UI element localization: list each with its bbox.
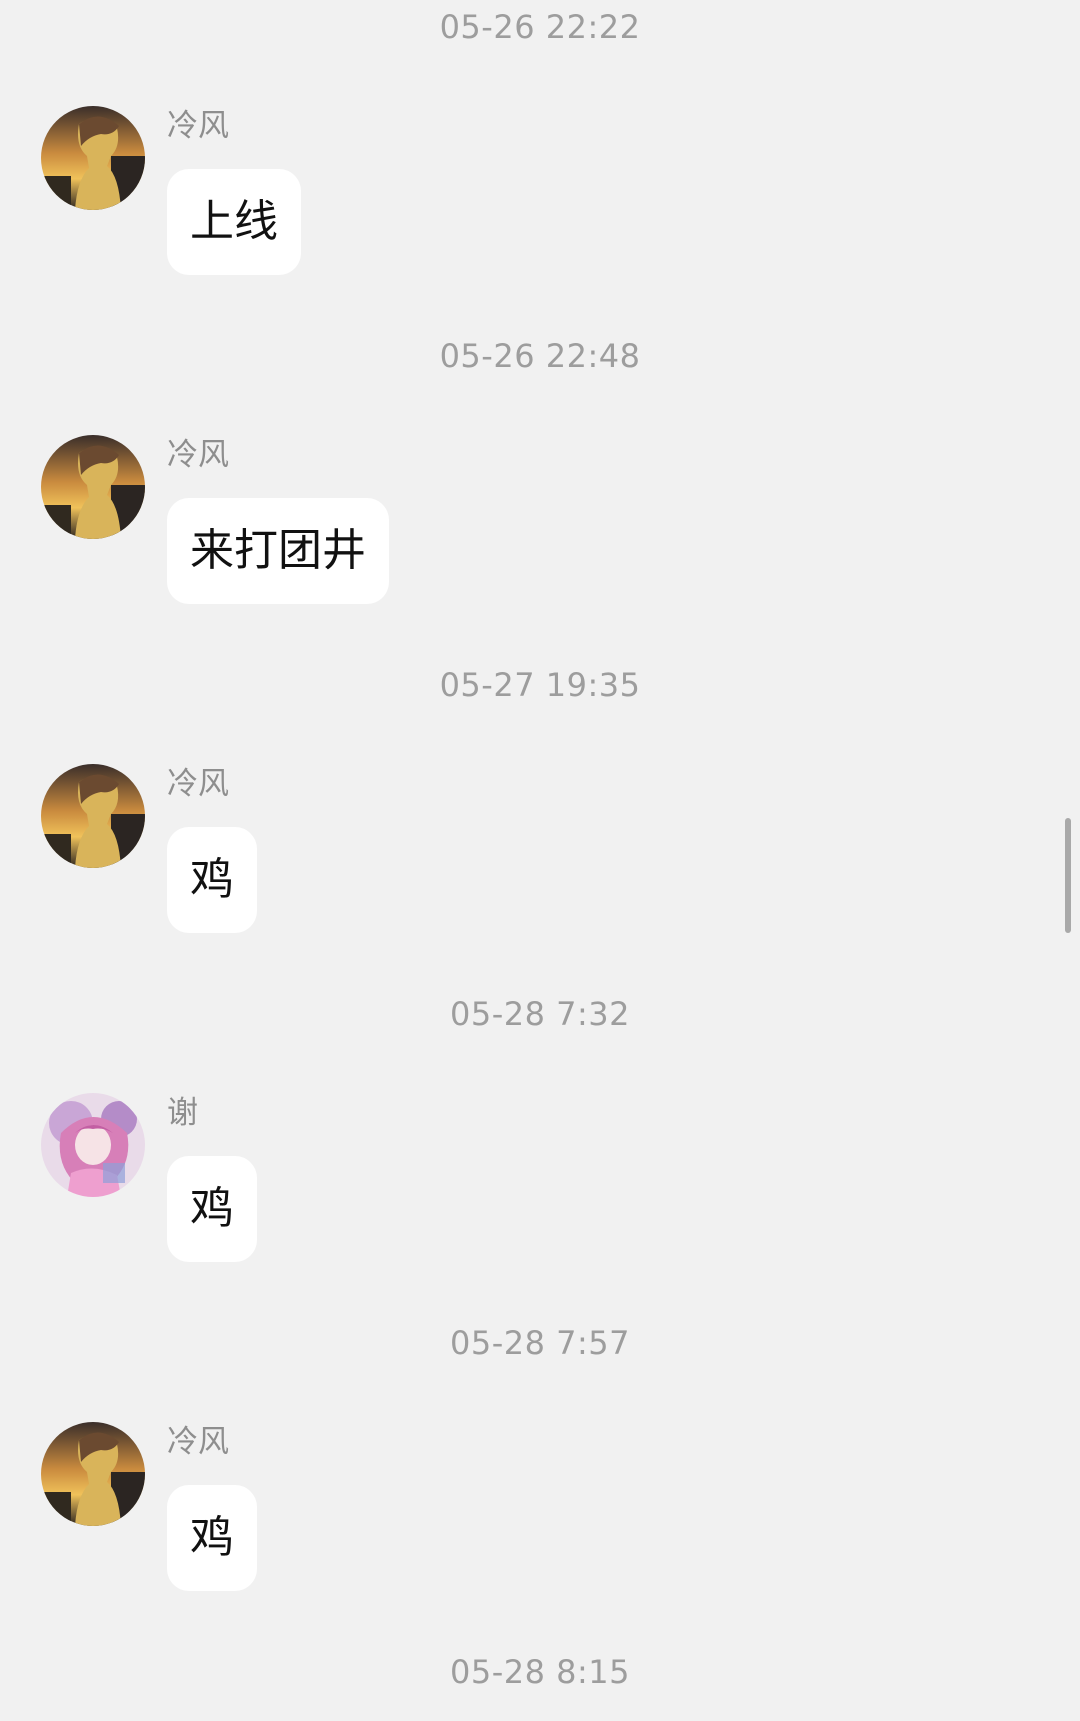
scrollbar[interactable]	[1065, 818, 1071, 933]
timestamp: 05-28 8:15	[449, 1653, 630, 1691]
timestamp: 05-27 19:35	[439, 666, 641, 704]
message-bubble[interactable]: 上线	[167, 169, 301, 275]
sender-name: 冷风	[167, 108, 229, 144]
sunset-boy-avatar-icon[interactable]	[41, 1422, 145, 1526]
message-bubble[interactable]: 鸡	[167, 827, 257, 933]
sender-name: 冷风	[167, 437, 229, 473]
message-bubble[interactable]: 来打团井	[167, 498, 389, 604]
message-row: 冷风 鸡	[0, 764, 1080, 944]
sunset-boy-avatar-icon[interactable]	[41, 435, 145, 539]
sender-name: 冷风	[167, 766, 229, 802]
sender-name: 冷风	[167, 1424, 229, 1460]
message-row: 谢 鸡	[0, 1093, 1080, 1273]
message-bubble[interactable]: 鸡	[167, 1485, 257, 1591]
chat-history: 05-26 22:22 冷风 上线 05-26 22:48 冷风 来打团井 05…	[0, 0, 1080, 1721]
sunset-boy-avatar-icon[interactable]	[41, 764, 145, 868]
message-bubble[interactable]: 鸡	[167, 1156, 257, 1262]
timestamp: 05-26 22:22	[439, 8, 641, 46]
timestamp: 05-26 22:48	[439, 337, 641, 375]
sender-name: 谢	[167, 1095, 198, 1131]
anime-girl-avatar-icon[interactable]	[41, 1093, 145, 1197]
message-row: 冷风 上线	[0, 106, 1080, 286]
timestamp: 05-28 7:57	[449, 1324, 630, 1362]
message-row: 冷风 鸡	[0, 1422, 1080, 1602]
message-row: 冷风 来打团井	[0, 435, 1080, 615]
sunset-boy-avatar-icon[interactable]	[41, 106, 145, 210]
timestamp: 05-28 7:32	[449, 995, 630, 1033]
